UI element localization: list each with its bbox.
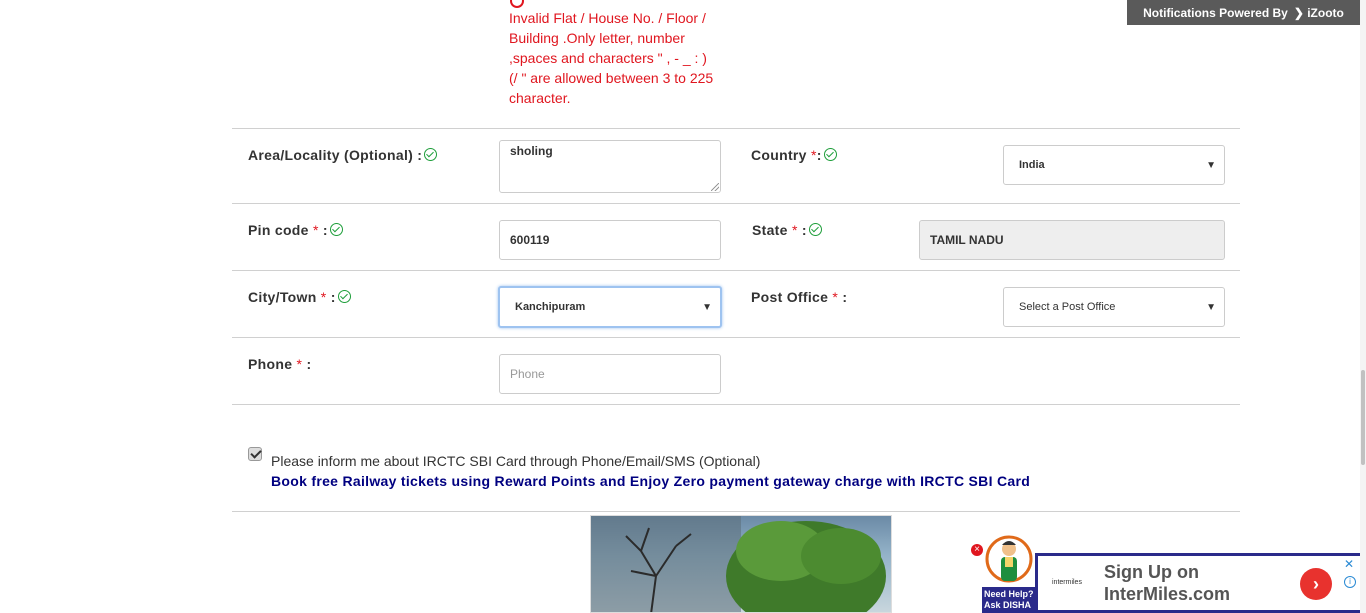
info-icon[interactable]: i <box>1344 576 1356 588</box>
ad-line2: InterMiles.com <box>1104 584 1231 604</box>
scrollbar-track[interactable] <box>1360 0 1366 613</box>
ad-cta-arrow-icon[interactable]: › <box>1300 568 1332 600</box>
divider <box>232 128 1240 129</box>
sbi-card-consent-checkbox[interactable] <box>248 447 262 461</box>
flat-error-message: Invalid Flat / House No. / Floor / Build… <box>509 10 714 106</box>
scrollbar-thumb[interactable] <box>1361 370 1365 465</box>
post-office-label: Post Office * : <box>751 289 848 305</box>
state-label: State * : <box>752 222 822 238</box>
country-label: Country *: <box>751 147 837 163</box>
notification-text: Notifications Powered By <box>1143 5 1288 20</box>
valid-check-icon <box>424 147 438 161</box>
promo-banner-image[interactable] <box>590 515 892 613</box>
pin-code-input[interactable]: 600119 <box>499 220 721 260</box>
error-icon <box>510 0 524 8</box>
phone-input[interactable]: Phone <box>499 354 721 394</box>
divider <box>232 203 1240 204</box>
consent-text: Please inform me about IRCTC SBI Card th… <box>271 453 761 469</box>
disha-line1: Need Help? <box>984 589 1034 599</box>
izooto-logo: ❯ iZooto <box>1293 5 1344 20</box>
dropdown-caret-icon: ▼ <box>1206 301 1216 313</box>
dropdown-caret-icon: ▼ <box>1206 159 1216 171</box>
phone-label: Phone * : <box>248 356 312 372</box>
intermiles-logo: intermiles <box>1052 579 1082 586</box>
disha-avatar-icon <box>985 535 1033 583</box>
sbi-promo-link[interactable]: Book free Railway tickets using Reward P… <box>271 473 1030 489</box>
divider <box>232 511 1240 512</box>
valid-check-icon <box>337 289 351 303</box>
ad-line1: Sign Up on <box>1104 562 1199 582</box>
disha-line2: Ask DISHA <box>984 600 1032 610</box>
notification-bar[interactable]: Notifications Powered By ❯ iZooto <box>1127 0 1360 25</box>
divider <box>232 404 1240 405</box>
ad-close-icon[interactable]: ✕ <box>1344 557 1354 571</box>
state-input: TAMIL NADU <box>919 220 1225 260</box>
country-select[interactable]: India ▼ <box>1003 145 1225 185</box>
valid-check-icon <box>808 222 822 236</box>
divider <box>232 337 1240 338</box>
valid-check-icon <box>329 222 343 236</box>
disha-chatbot-button[interactable]: Need Help? Ask DISHA <box>982 535 1036 613</box>
dropdown-caret-icon: ▼ <box>702 301 712 313</box>
city-label: City/Town * : <box>248 289 351 305</box>
area-textarea[interactable]: sholing <box>499 140 721 193</box>
post-office-select[interactable]: Select a Post Office ▼ <box>1003 287 1225 327</box>
area-label: Area/Locality (Optional) : <box>248 147 438 163</box>
intermiles-ad[interactable]: intermiles Sign Up on InterMiles.com › ✕… <box>1035 553 1360 613</box>
city-select[interactable]: Kanchipuram ▼ <box>498 286 722 328</box>
divider <box>232 270 1240 271</box>
resize-handle-icon[interactable] <box>711 183 719 191</box>
valid-check-icon <box>823 147 837 161</box>
tree-illustration <box>591 516 886 612</box>
pin-code-label: Pin code * : <box>248 222 343 238</box>
